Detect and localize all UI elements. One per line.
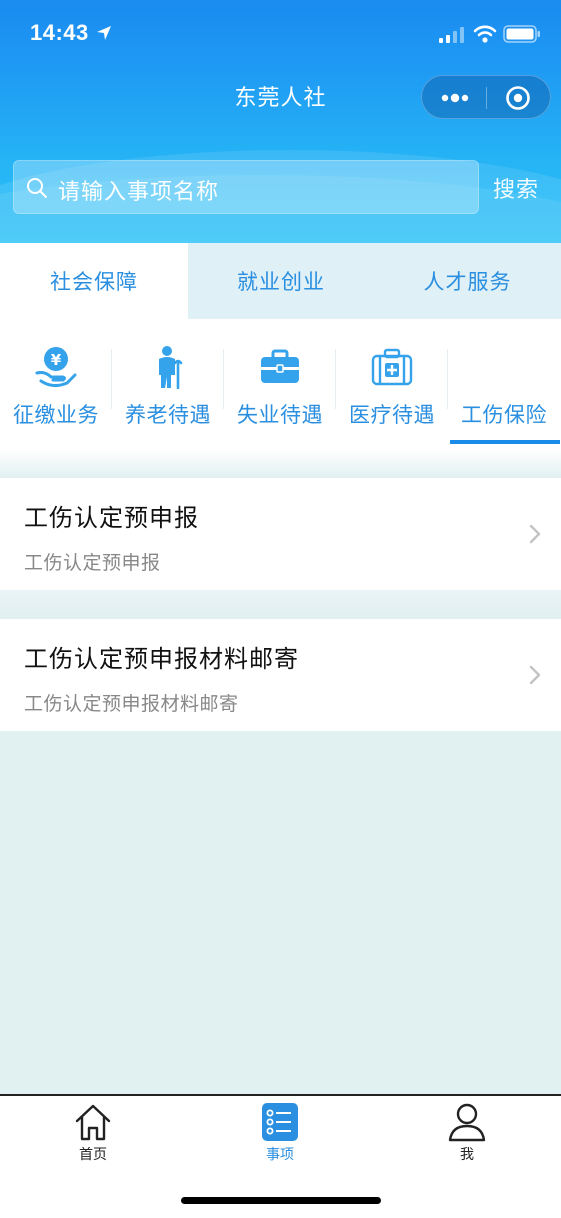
cellular-signal-icon: [439, 27, 464, 43]
home-indicator[interactable]: [181, 1197, 381, 1204]
svg-text:¥: ¥: [51, 351, 62, 369]
close-target-icon[interactable]: [505, 85, 531, 111]
category-label: 工伤保险: [461, 403, 547, 427]
home-icon: [75, 1104, 111, 1141]
briefcase-icon: [261, 349, 299, 383]
item-subtitle: 工伤认定预申报: [24, 552, 161, 574]
status-time: 14:43: [30, 20, 89, 45]
category-pension[interactable]: 养老待遇: [112, 319, 224, 450]
tabbar-home[interactable]: 首页: [33, 1096, 153, 1166]
more-dots-icon[interactable]: [438, 88, 472, 108]
item-subtitle: 工伤认定预申报材料邮寄: [24, 693, 239, 715]
category-unemployment[interactable]: 失业待遇: [224, 319, 336, 450]
tab-social-security[interactable]: 社会保障: [0, 243, 188, 319]
category-work-injury[interactable]: 工伤保险: [448, 319, 561, 450]
category-label: 医疗待遇: [349, 403, 435, 427]
category-row: ¥ 征缴业务 养老待遇 失业待遇 医疗待遇 工伤保险: [0, 319, 561, 450]
category-label: 失业待遇: [237, 403, 323, 427]
tabbar-label: 事项: [266, 1147, 294, 1163]
elderly-icon: [159, 346, 183, 389]
item-title: 工伤认定预申报: [24, 504, 199, 532]
search-placeholder: 请输入事项名称: [58, 180, 220, 205]
active-category-indicator: [450, 440, 560, 444]
hand-yuan-icon: ¥: [35, 347, 77, 388]
category-medical[interactable]: 医疗待遇: [336, 319, 448, 450]
tab-employment[interactable]: 就业创业: [188, 243, 374, 319]
header-background: 14:43 东莞人社 请输入事项名称 搜索: [0, 0, 561, 243]
status-bar: 14:43: [0, 0, 561, 70]
category-label: 征缴业务: [13, 403, 99, 427]
wifi-icon: [473, 25, 497, 43]
list-item[interactable]: 工伤认定预申报 工伤认定预申报: [0, 478, 561, 590]
category-label: 养老待遇: [125, 403, 211, 427]
tabbar-label: 我: [460, 1147, 474, 1163]
user-icon: [448, 1103, 486, 1142]
search-icon: [27, 178, 47, 198]
mini-program-capsule: [421, 75, 551, 119]
tabbar-items[interactable]: 事项: [220, 1096, 340, 1166]
tabbar-label: 首页: [79, 1147, 107, 1163]
search-input[interactable]: 请输入事项名称: [13, 160, 479, 214]
item-title: 工伤认定预申报材料邮寄: [24, 645, 299, 673]
battery-icon: [503, 25, 540, 43]
medical-kit-icon: [371, 348, 413, 386]
tab-talent-services[interactable]: 人才服务: [374, 243, 561, 319]
location-arrow-icon: [97, 26, 111, 40]
chevron-right-icon: [529, 524, 541, 544]
list-item[interactable]: 工伤认定预申报材料邮寄 工伤认定预申报材料邮寄: [0, 619, 561, 731]
tabbar-me[interactable]: 我: [407, 1096, 527, 1166]
category-contribution[interactable]: ¥ 征缴业务: [0, 319, 112, 450]
list-icon: [262, 1103, 298, 1141]
search-button[interactable]: 搜索: [493, 172, 539, 204]
chevron-right-icon: [529, 665, 541, 685]
main-tab-bar: 社会保障 就业创业 人才服务: [0, 243, 561, 319]
